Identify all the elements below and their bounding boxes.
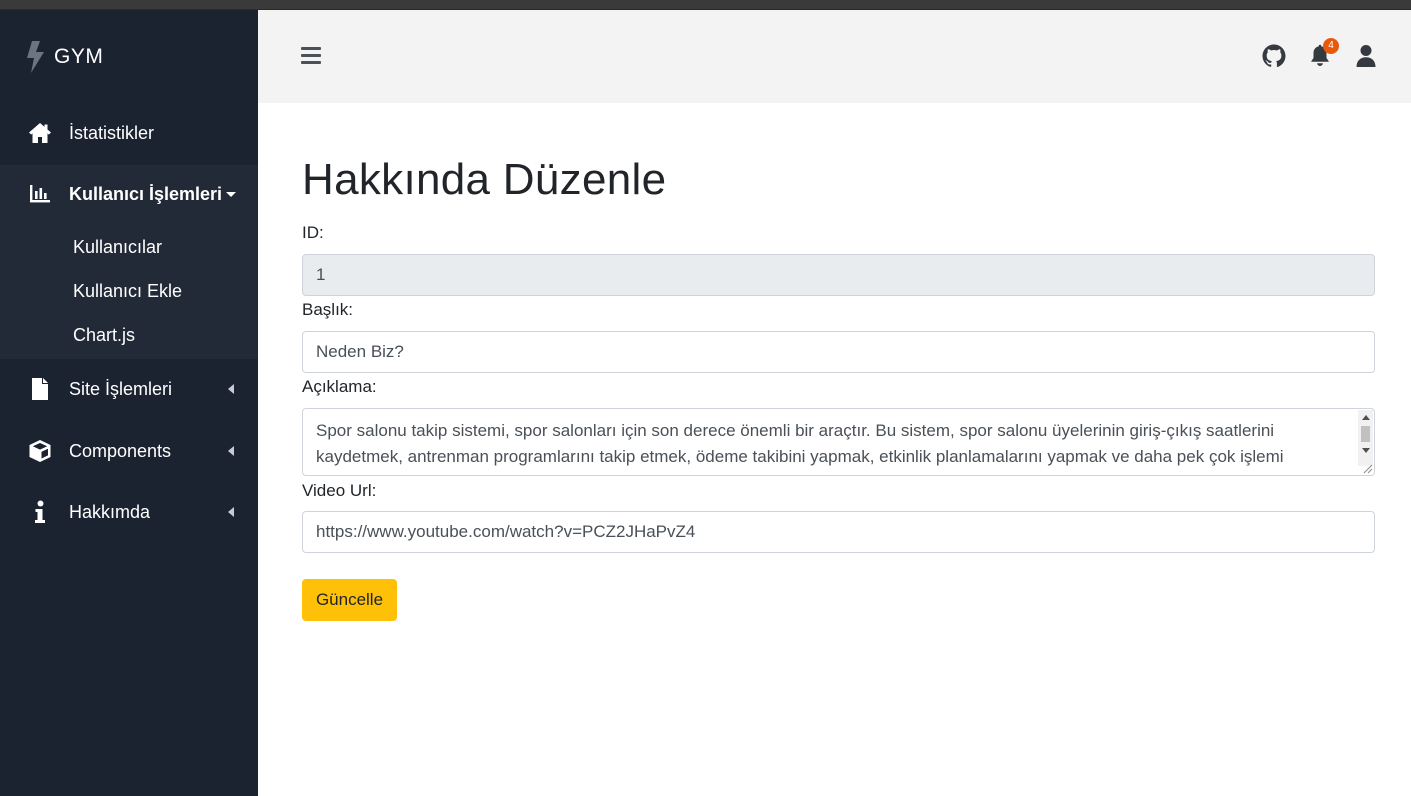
- sidebar-item-hakkimda[interactable]: Hakkımda: [0, 483, 258, 541]
- scroll-up-icon: [1362, 415, 1370, 420]
- file-icon: [28, 377, 52, 401]
- id-field: 1: [302, 254, 1375, 296]
- sidebar-subitem-kullanicilar[interactable]: Kullanıcılar: [73, 237, 162, 258]
- textarea-scrollbar[interactable]: [1358, 410, 1373, 466]
- video-url-label: Video Url:: [302, 481, 377, 500]
- github-icon[interactable]: [1262, 44, 1286, 68]
- title-field[interactable]: Neden Biz?: [302, 331, 1375, 373]
- video-url-field[interactable]: https://www.youtube.com/watch?v=PCZ2JHaP…: [302, 511, 1375, 553]
- bolt-icon: [24, 41, 46, 73]
- sidebar-item-components[interactable]: Components: [0, 422, 258, 480]
- sidebar-item-kullanici-islemleri[interactable]: Kullanıcı İşlemleri: [0, 165, 258, 223]
- scroll-thumb: [1361, 426, 1370, 442]
- description-textarea[interactable]: Spor salonu takip sistemi, spor salonlar…: [302, 408, 1375, 476]
- sidebar-item-site-islemleri[interactable]: Site İşlemleri: [0, 360, 258, 418]
- chevron-left-icon: [228, 446, 234, 456]
- sidebar-item-label: Components: [69, 440, 172, 461]
- chevron-left-icon: [228, 384, 234, 394]
- id-label: ID:: [302, 223, 324, 242]
- sidebar-subitem-chartjs[interactable]: Chart.js: [73, 325, 135, 346]
- sidebar: GYM İstatistikler Kullanıcı İşlemleri Ku…: [0, 10, 258, 796]
- chart-bar-icon: [28, 182, 52, 206]
- description-text: Spor salonu takip sistemi, spor salonlar…: [316, 421, 1284, 466]
- caret-down-icon: [226, 191, 236, 197]
- chevron-left-icon: [228, 507, 234, 517]
- sidebar-item-istatistikler[interactable]: İstatistikler: [0, 104, 258, 162]
- description-label: Açıklama:: [302, 377, 377, 396]
- title-label: Başlık:: [302, 300, 354, 319]
- resize-grip-icon[interactable]: [1361, 462, 1373, 474]
- update-button[interactable]: Güncelle: [302, 579, 397, 621]
- topbar: 4: [258, 10, 1411, 103]
- sidebar-submenu: Kullanıcılar Kullanıcı Ekle Chart.js: [0, 223, 258, 359]
- scroll-down-icon: [1362, 448, 1370, 453]
- notification-badge: 4: [1323, 38, 1339, 54]
- home-icon: [28, 121, 52, 145]
- hamburger-icon[interactable]: [301, 47, 321, 65]
- user-icon[interactable]: [1354, 44, 1378, 68]
- window-top-strip: [0, 0, 1411, 10]
- sidebar-item-label: Hakkımda: [69, 501, 151, 522]
- sidebar-item-label: Site İşlemleri: [69, 378, 173, 399]
- sidebar-item-label: İstatistikler: [69, 122, 155, 143]
- brand[interactable]: GYM: [24, 40, 103, 74]
- sidebar-item-label: Kullanıcı İşlemleri: [69, 183, 223, 204]
- cube-icon: [28, 439, 52, 463]
- info-icon: [28, 500, 52, 524]
- brand-name: GYM: [54, 45, 104, 68]
- sidebar-subitem-kullanici-ekle[interactable]: Kullanıcı Ekle: [73, 281, 182, 302]
- page-title: Hakkında Düzenle: [302, 155, 667, 204]
